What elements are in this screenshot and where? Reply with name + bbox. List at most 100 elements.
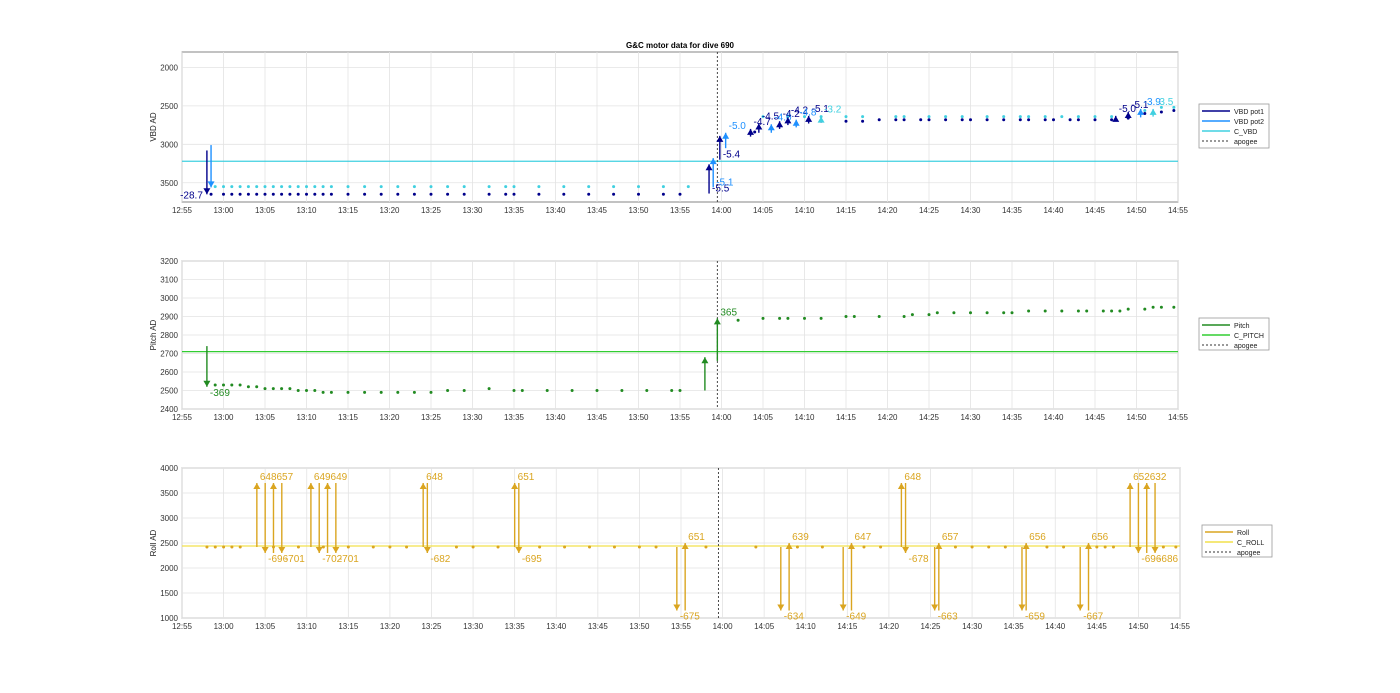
data-point [1043, 115, 1047, 119]
chart-panel-3: 12:55 13:00 13:05 13:10 13:15 13:20 13:25 13:30… [149, 464, 1191, 631]
data-point [487, 185, 491, 189]
move-label: -682 [430, 554, 450, 565]
x-tick-label: 13:20 [379, 413, 400, 422]
x-tick-label: 13:15 [338, 622, 359, 631]
data-point [487, 387, 491, 391]
legend-entry: C_ROLL [1237, 540, 1264, 547]
x-tick-label: 14:05 [754, 622, 775, 631]
data-point [960, 115, 964, 119]
move-label: -3.5 [1156, 97, 1174, 108]
x-tick-label: 14:00 [711, 206, 732, 215]
y-tick-label: 3500 [160, 179, 178, 188]
x-tick-label: 14:45 [1085, 413, 1106, 422]
data-point [1002, 311, 1006, 315]
data-point [271, 387, 275, 391]
data-point [1018, 118, 1022, 122]
data-point [1126, 307, 1130, 311]
x-tick-label: 13:25 [421, 622, 442, 631]
x-tick-label: 13:55 [671, 622, 692, 631]
data-point [927, 115, 931, 119]
move-label: -678 [909, 554, 929, 565]
data-point [296, 185, 300, 189]
move-label: -701 [339, 554, 359, 565]
data-point [1159, 110, 1163, 114]
x-tick-label: 13:20 [379, 206, 400, 215]
y-tick-label: 3100 [160, 276, 178, 285]
data-point [255, 192, 259, 196]
data-point [844, 119, 848, 123]
x-tick-label: 14:05 [753, 206, 774, 215]
data-point [230, 185, 234, 189]
move-label: -695 [522, 554, 542, 565]
y-tick-label: 2500 [160, 387, 178, 396]
x-tick-label: 13:05 [255, 622, 276, 631]
move-label: -686 [1158, 554, 1178, 565]
move-label: 656 [1092, 532, 1109, 543]
x-tick-label: 14:55 [1168, 206, 1189, 215]
data-point [844, 315, 848, 318]
data-point [661, 192, 665, 196]
data-point [761, 316, 765, 320]
y-tick-label: 2000 [160, 564, 178, 573]
move-label: -663 [938, 612, 958, 623]
data-point [1062, 545, 1066, 549]
data-point [595, 389, 599, 392]
data-point [288, 387, 292, 391]
x-tick-label: 13:15 [338, 206, 359, 215]
move-label: 639 [792, 532, 809, 543]
data-point [255, 385, 259, 389]
data-point [412, 185, 416, 189]
data-point [1110, 118, 1114, 122]
x-tick-label: 13:35 [505, 622, 526, 631]
x-tick-label: 12:55 [172, 206, 193, 215]
data-point [545, 389, 549, 392]
data-point [1159, 305, 1163, 309]
x-tick-label: 14:50 [1126, 413, 1147, 422]
x-tick-label: 13:45 [587, 413, 608, 422]
x-tick-label: 14:40 [1043, 206, 1064, 215]
data-point [496, 545, 500, 549]
x-tick-label: 13:25 [421, 206, 442, 215]
data-point [209, 192, 213, 196]
data-point [919, 118, 923, 122]
data-point [462, 192, 466, 196]
data-point [879, 545, 883, 549]
data-point [877, 315, 881, 318]
x-tick-label: 13:10 [296, 413, 317, 422]
data-point [1076, 118, 1080, 122]
data-point [246, 192, 250, 196]
data-point [970, 545, 974, 549]
y-tick-label: 2400 [160, 405, 178, 414]
move-label: -634 [784, 612, 804, 623]
x-tick-label: 14:30 [960, 413, 981, 422]
data-point [1002, 118, 1006, 122]
x-tick-label: 13:10 [297, 622, 318, 631]
data-point [429, 185, 433, 189]
data-point [263, 387, 267, 391]
data-point [952, 311, 956, 315]
x-tick-label: 14:45 [1085, 206, 1106, 215]
data-point [487, 192, 491, 196]
x-tick-label: 13:50 [629, 622, 650, 631]
data-point [969, 311, 972, 315]
x-tick-label: 14:35 [1002, 206, 1023, 215]
y-tick-label: 4000 [160, 464, 178, 473]
y-tick-label: 1000 [160, 614, 178, 623]
legend: VBD pot1 VBD pot2 C_VBDapogee [1198, 103, 1270, 149]
data-point [953, 545, 957, 549]
y-tick-label: 3000 [160, 294, 178, 303]
data-point [1151, 305, 1155, 309]
y-tick-label: 2900 [160, 313, 178, 322]
data-point [1076, 115, 1080, 119]
data-point [537, 185, 541, 189]
x-tick-label: 13:50 [628, 206, 649, 215]
legend: Pitch C_PITCHapogee [1198, 317, 1270, 351]
data-point [820, 545, 824, 549]
data-point [563, 545, 567, 549]
x-tick-label: 13:15 [338, 413, 359, 422]
data-point [313, 192, 317, 196]
data-point [213, 185, 217, 189]
move-label: -3.2 [824, 105, 842, 116]
data-point [379, 390, 383, 394]
data-point [288, 192, 292, 196]
